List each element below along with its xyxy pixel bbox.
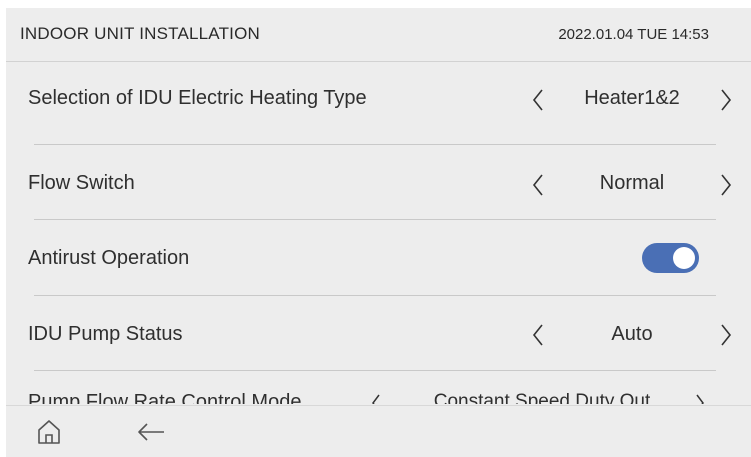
header-bar: INDOOR UNIT INSTALLATION 2022.01.04 TUE … — [6, 8, 751, 60]
setting-row-flow-switch: Flow Switch Normal — [6, 146, 751, 220]
bottom-navigation-bar — [6, 405, 751, 457]
setting-row-electric-heating-type: Selection of IDU Electric Heating Type H… — [6, 62, 751, 136]
next-option-button[interactable] — [714, 320, 738, 350]
setting-label: IDU Pump Status — [28, 323, 183, 345]
date-time-display: 2022.01.04 TUE 14:53 — [558, 26, 709, 43]
next-option-button[interactable] — [688, 388, 712, 404]
chevron-right-icon — [696, 394, 704, 404]
previous-option-button[interactable] — [526, 85, 550, 115]
chevron-right-icon — [721, 89, 732, 111]
back-button[interactable] — [134, 415, 168, 449]
setting-row-antirust-operation: Antirust Operation — [6, 220, 751, 294]
settings-list[interactable]: Selection of IDU Electric Heating Type H… — [6, 62, 751, 404]
setting-label: Flow Switch — [28, 172, 135, 194]
chevron-left-icon — [532, 324, 543, 346]
setting-label: Antirust Operation — [28, 247, 190, 269]
setting-value: Constant Speed Duty Out — [433, 391, 651, 404]
indoor-unit-installation-screen: INDOOR UNIT INSTALLATION 2022.01.04 TUE … — [6, 8, 751, 457]
home-icon — [38, 420, 60, 444]
toggle-knob — [673, 247, 695, 269]
setting-value: Heater1&2 — [584, 87, 680, 109]
chevron-left-icon — [532, 89, 543, 111]
row-divider — [34, 370, 716, 371]
chevron-left-icon — [532, 174, 543, 196]
chevron-right-icon — [721, 174, 732, 196]
chevron-right-icon — [721, 324, 732, 346]
previous-option-button[interactable] — [364, 388, 388, 404]
setting-value: Normal — [599, 172, 665, 194]
setting-label: Selection of IDU Electric Heating Type — [28, 87, 367, 109]
home-button[interactable] — [32, 415, 66, 449]
setting-value: Auto — [611, 323, 653, 345]
chevron-left-icon — [372, 394, 380, 404]
row-divider — [34, 144, 716, 145]
setting-row-pump-flow-rate-control-mode: Pump Flow Rate Control Mode Constant Spe… — [6, 372, 751, 404]
page-title: INDOOR UNIT INSTALLATION — [20, 24, 260, 43]
next-option-button[interactable] — [714, 85, 738, 115]
setting-row-idu-pump-status: IDU Pump Status Auto — [6, 296, 751, 370]
previous-option-button[interactable] — [526, 320, 550, 350]
setting-label: Pump Flow Rate Control Mode — [28, 391, 302, 404]
antirust-operation-toggle[interactable] — [642, 243, 699, 273]
next-option-button[interactable] — [714, 170, 738, 200]
back-arrow-icon — [138, 423, 164, 441]
previous-option-button[interactable] — [526, 170, 550, 200]
